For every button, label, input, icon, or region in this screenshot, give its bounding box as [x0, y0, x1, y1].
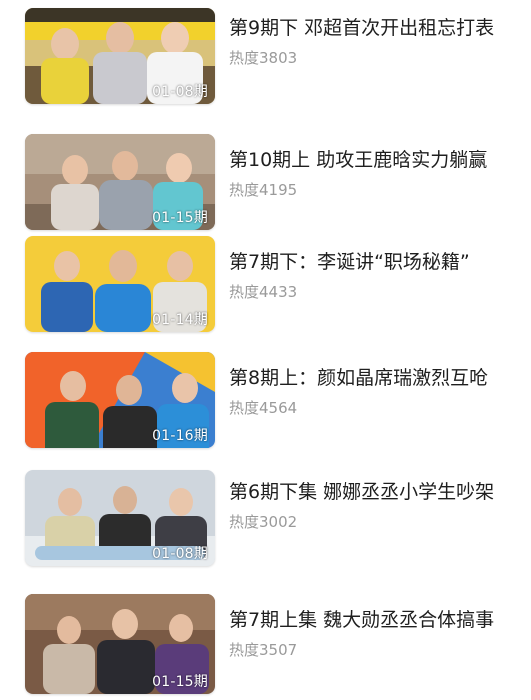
episode-date-label: 01-08期	[152, 546, 208, 562]
video-info: 第7期下：李诞讲“职场秘籍” 热度4433	[229, 248, 504, 302]
episode-date-label: 01-15期	[152, 210, 208, 226]
video-title[interactable]: 第10期上 助攻王鹿晗实力躺赢	[229, 146, 504, 174]
video-info: 第7期上集 魏大勋丞丞合体搞事 热度3507	[229, 606, 504, 660]
video-title[interactable]: 第8期上：颜如晶席瑞激烈互呛	[229, 364, 504, 392]
video-thumbnail[interactable]: 01-15期	[25, 134, 215, 230]
episode-date-label: 01-14期	[152, 312, 208, 328]
video-title[interactable]: 第7期下：李诞讲“职场秘籍”	[229, 248, 504, 276]
video-thumbnail[interactable]: 01-15期	[25, 594, 215, 694]
heat-count: 热度3002	[229, 513, 298, 531]
heat-count: 热度3507	[229, 641, 298, 659]
heat-count: 热度4564	[229, 399, 298, 417]
video-thumbnail[interactable]: 01-08期	[25, 8, 215, 104]
episode-date-label: 01-16期	[152, 428, 208, 444]
video-info: 第8期上：颜如晶席瑞激烈互呛 热度4564	[229, 364, 504, 418]
video-list-page: 01-08期 第9期下 邓超首次开出租忘打表 热度3803 01-15期 第10…	[0, 0, 531, 700]
heat-count: 热度4433	[229, 283, 298, 301]
episode-date-label: 01-15期	[152, 674, 208, 690]
video-info: 第10期上 助攻王鹿晗实力躺赢 热度4195	[229, 146, 504, 200]
video-title[interactable]: 第6期下集 娜娜丞丞小学生吵架	[229, 478, 504, 506]
heat-count: 热度4195	[229, 181, 298, 199]
episode-date-label: 01-08期	[152, 84, 208, 100]
video-info: 第6期下集 娜娜丞丞小学生吵架 热度3002	[229, 478, 504, 532]
video-thumbnail[interactable]: 01-08期	[25, 470, 215, 566]
video-title[interactable]: 第7期上集 魏大勋丞丞合体搞事	[229, 606, 504, 634]
video-info: 第9期下 邓超首次开出租忘打表 热度3803	[229, 14, 504, 68]
video-thumbnail[interactable]: 01-16期	[25, 352, 215, 448]
video-title[interactable]: 第9期下 邓超首次开出租忘打表	[229, 14, 504, 42]
video-thumbnail[interactable]: 01-14期	[25, 236, 215, 332]
heat-count: 热度3803	[229, 49, 298, 67]
